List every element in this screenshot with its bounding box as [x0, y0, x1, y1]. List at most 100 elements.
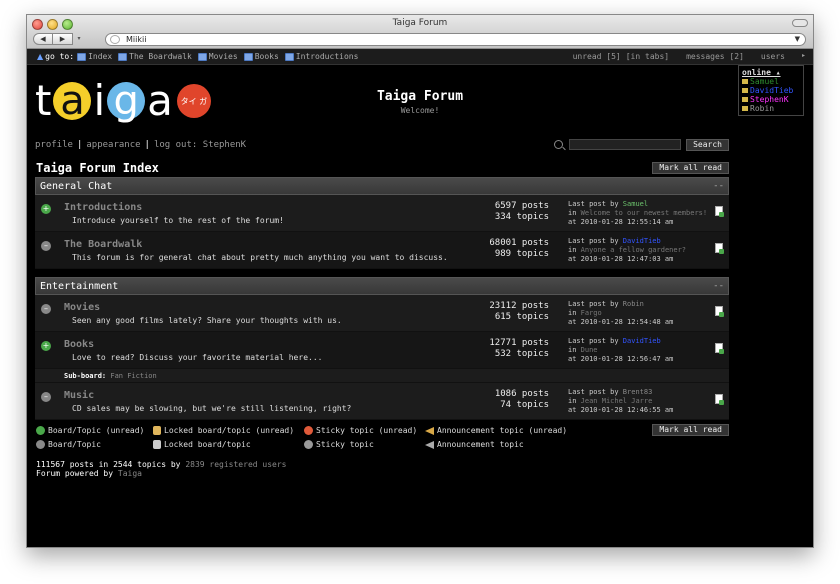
footer-stats: 111567 posts in 2544 topics by	[36, 460, 181, 469]
users-arrow-icon[interactable]: ▸	[802, 52, 805, 61]
legend-item: Board/Topic (unread)	[36, 426, 144, 435]
legend-item: Locked board/topic (unread)	[153, 426, 294, 435]
folder-icon	[77, 52, 87, 61]
address-text[interactable]: Miikii	[126, 35, 146, 44]
post-count: 6597 posts	[494, 201, 549, 211]
board-row: – The Boardwalk This forum is for genera…	[35, 232, 729, 269]
last-post-time: at 2010-01-28 12:47:03 am	[568, 255, 674, 263]
back-button[interactable]: ◀	[33, 33, 53, 45]
collapse-toggle[interactable]: --	[713, 181, 724, 191]
last-post-time: at 2010-01-28 12:54:48 am	[568, 318, 674, 326]
online-user-name: Robin	[750, 104, 775, 113]
new-post-icon[interactable]	[715, 343, 724, 354]
goto-link-introductions[interactable]: Introductions	[284, 52, 358, 61]
last-post-user[interactable]: DavidTieb	[623, 237, 661, 245]
board-title[interactable]: The Boardwalk	[64, 239, 142, 250]
goto-link-boardwalk[interactable]: The Boardwalk	[118, 52, 192, 61]
online-title[interactable]: online ▴	[742, 68, 800, 77]
board-stats: 1086 posts 74 topics	[495, 389, 549, 411]
board-title[interactable]: Music	[64, 390, 94, 401]
board-title[interactable]: Movies	[64, 302, 100, 313]
address-bar[interactable]: Miikii ▼	[105, 33, 806, 46]
last-post-thread[interactable]: Dune	[581, 346, 598, 354]
search-icon	[554, 140, 563, 149]
goto-link-label: Index	[88, 52, 113, 61]
online-user[interactable]: Robin	[742, 104, 800, 113]
user-links: profile | appearance | log out: StephenK	[35, 140, 246, 150]
appearance-link[interactable]: appearance	[86, 140, 140, 150]
board-description: Introduce yourself to the rest of the fo…	[72, 216, 284, 225]
goto-link-books[interactable]: Books	[243, 52, 279, 61]
topic-count: 989 topics	[494, 249, 549, 259]
logout-link[interactable]: log out: StephenK	[154, 140, 246, 150]
board-title[interactable]: Books	[64, 339, 94, 350]
last-post-thread[interactable]: Welcome to our newest members!	[581, 209, 707, 217]
address-dropdown-icon[interactable]: ▼	[795, 35, 800, 43]
online-user[interactable]: Samuel	[742, 77, 800, 86]
topic-count: 615 topics	[494, 312, 549, 322]
users-link[interactable]: users	[761, 52, 785, 61]
board-stats: 6597 posts 334 topics	[495, 201, 549, 223]
icon-legend: Board/Topic (unread) Locked board/topic …	[27, 424, 813, 454]
powered-by-label: Forum powered by	[36, 469, 114, 478]
history-dropdown-icon[interactable]: ▾	[73, 33, 85, 45]
unread-link[interactable]: unread [5]	[573, 52, 621, 61]
new-post-icon[interactable]	[715, 243, 724, 254]
last-post-thread[interactable]: Anyone a fellow gardener?	[581, 246, 686, 254]
board-description: Love to read? Discuss your favorite mate…	[72, 353, 323, 362]
online-user[interactable]: DavidTieb	[742, 86, 800, 95]
read-board-icon: –	[41, 241, 51, 251]
category-title[interactable]: Entertainment	[40, 281, 118, 292]
search-button[interactable]: Search	[686, 139, 729, 151]
last-post-user[interactable]: Brent83	[623, 388, 653, 396]
sub-board-link[interactable]: Fan Fiction	[110, 372, 156, 380]
board-stats: 23112 posts 615 topics	[489, 301, 549, 323]
topic-count: 74 topics	[500, 400, 549, 410]
messages-link[interactable]: messages [2]	[686, 52, 744, 61]
last-post-time: at 2010-01-28 12:46:55 am	[568, 406, 674, 414]
new-post-icon[interactable]	[715, 306, 724, 317]
topic-count: 334 topics	[494, 212, 549, 222]
taiga-link[interactable]: Taiga	[118, 469, 142, 478]
online-user-name: Samuel	[750, 77, 779, 86]
in-tabs-link[interactable]: [in tabs]	[626, 52, 669, 61]
mark-all-read-button[interactable]: Mark all read	[652, 162, 729, 174]
new-post-icon[interactable]	[715, 206, 724, 217]
online-user[interactable]: StephenK	[742, 95, 800, 104]
board-description: This forum is for general chat about pre…	[72, 253, 448, 262]
legend-label: Locked board/topic (unread)	[164, 426, 295, 435]
category-title[interactable]: General Chat	[40, 181, 112, 192]
site-subtitle: Welcome!	[400, 106, 440, 115]
last-post-info: Last post by DavidTieb in Anyone a fello…	[568, 237, 686, 264]
board-row: – Movies Seen any good films lately? Sha…	[35, 295, 729, 332]
search-input[interactable]	[569, 139, 681, 150]
board-stats: 68001 posts 989 topics	[489, 238, 549, 260]
goto-link-movies[interactable]: Movies	[197, 52, 238, 61]
user-icon	[742, 79, 748, 84]
mark-all-read-button[interactable]: Mark all read	[652, 424, 729, 436]
read-board-icon: –	[41, 392, 51, 402]
last-post-user[interactable]: Samuel	[623, 200, 648, 208]
last-post-thread[interactable]: Fargo	[581, 309, 602, 317]
registered-users-link[interactable]: 2839 registered users	[185, 460, 286, 469]
legend-item: Sticky topic (unread)	[304, 426, 417, 435]
collapse-toggle[interactable]: --	[713, 281, 724, 291]
search-area	[554, 139, 681, 150]
board-title[interactable]: Introductions	[64, 202, 142, 213]
folder-icon	[243, 52, 253, 61]
goto-link-index[interactable]: Index	[77, 52, 112, 61]
last-post-label: Last post by	[568, 200, 619, 208]
last-post-thread[interactable]: Jean Michel Jarre	[581, 397, 653, 405]
online-user-name: StephenK	[750, 95, 789, 104]
profile-link[interactable]: profile	[35, 140, 73, 150]
in-label: in	[568, 209, 577, 217]
last-post-user[interactable]: DavidTieb	[623, 337, 661, 345]
post-count: 68001 posts	[489, 238, 549, 248]
new-post-icon[interactable]	[715, 394, 724, 405]
in-label: in	[568, 397, 577, 405]
forward-button[interactable]: ▶	[53, 33, 73, 45]
goto-link-label: The Boardwalk	[129, 52, 192, 61]
legend-label: Locked board/topic	[164, 440, 251, 449]
last-post-user[interactable]: Robin	[623, 300, 644, 308]
toolbar-toggle-button[interactable]	[792, 19, 808, 27]
